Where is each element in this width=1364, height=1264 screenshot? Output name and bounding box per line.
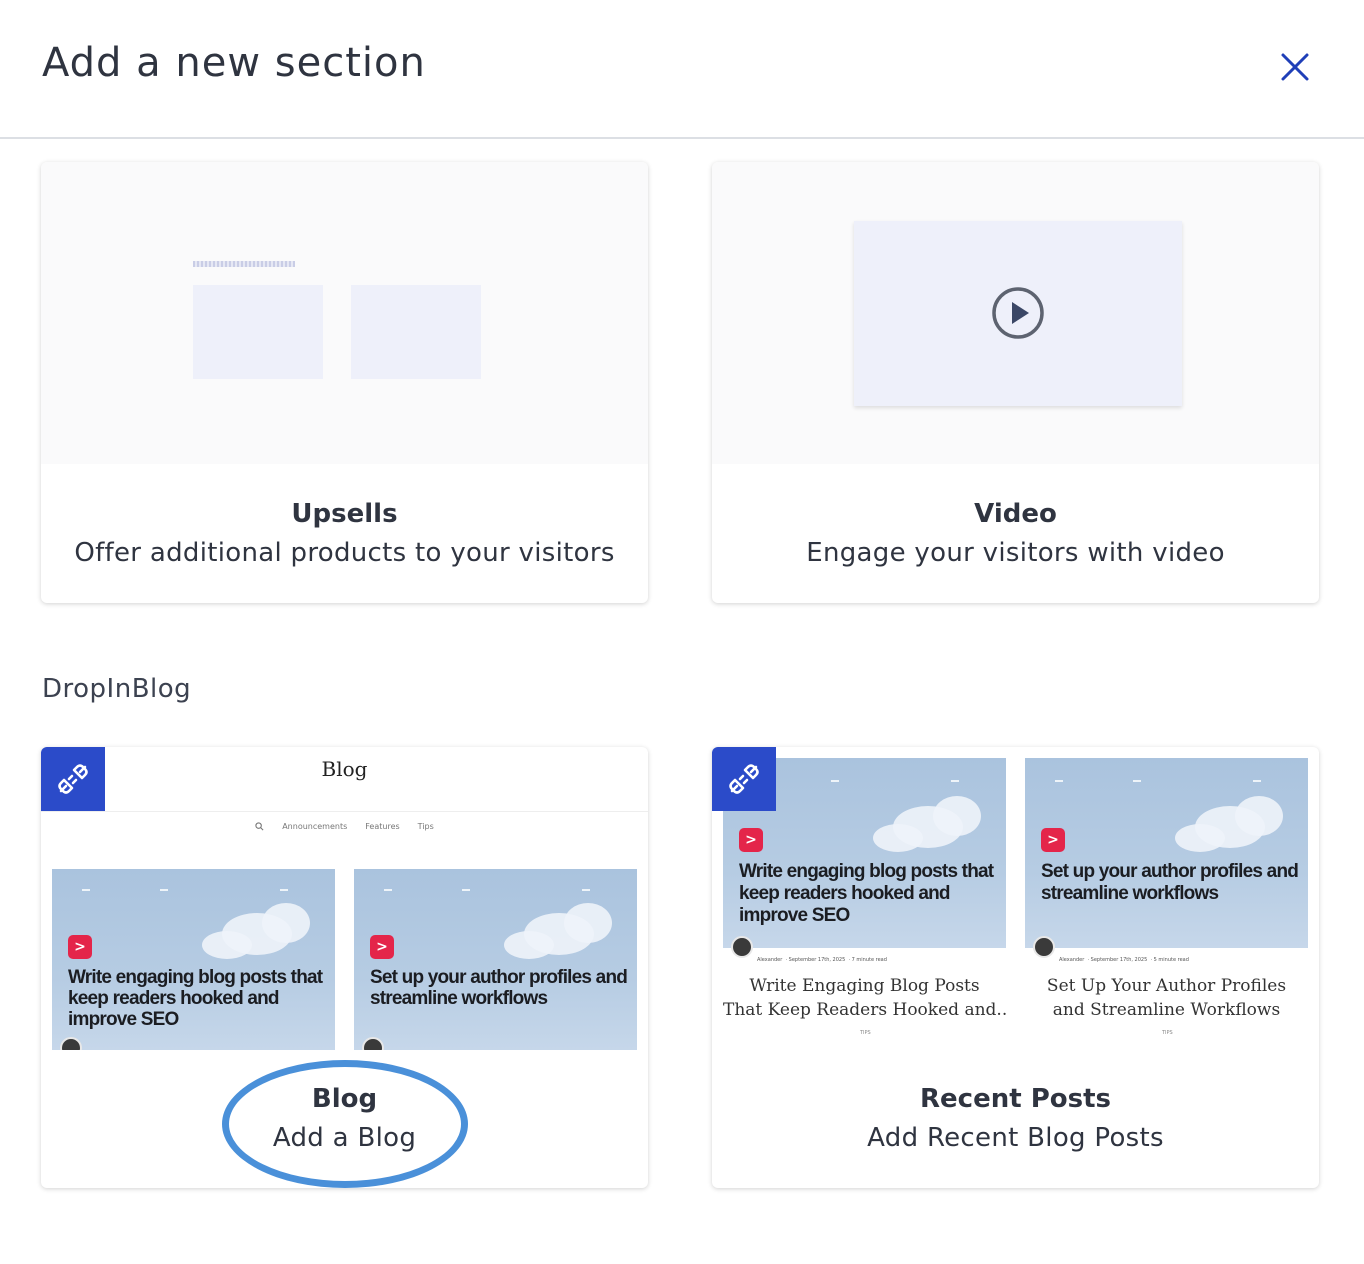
plugin-badge — [712, 747, 776, 811]
post-author: Alexander — [1059, 957, 1085, 963]
blog-post-thumbnail: > Set up your author profiles and stream… — [354, 869, 637, 1050]
plug-icon — [58, 764, 88, 794]
preview-title-placeholder — [193, 261, 295, 267]
upsells-preview — [41, 162, 648, 464]
blog-preview-nav: Announcements Features Tips — [41, 811, 648, 841]
card-description: Add a Blog — [272, 1123, 417, 1153]
card-title: Recent Posts — [920, 1084, 1111, 1114]
recent-post-thumbnail: > Set up your author profiles and stream… — [1025, 758, 1308, 948]
recent-posts-card[interactable]: > Write engaging blog posts that keep re… — [712, 747, 1319, 1188]
author-avatar — [1033, 936, 1055, 958]
post-read-time: 7 minute read — [851, 957, 887, 963]
blog-card[interactable]: Blog Announcements Features Tips > Write… — [41, 747, 648, 1188]
post-tag: TIPS — [860, 1030, 871, 1036]
author-avatar — [60, 1037, 82, 1050]
card-description: Add Recent Blog Posts — [867, 1123, 1164, 1153]
post-author: Alexander — [757, 957, 783, 963]
card-description: Engage your visitors with video — [806, 538, 1225, 568]
nav-item: Announcements — [282, 822, 348, 831]
card-title: Blog — [311, 1084, 378, 1114]
video-card[interactable]: Video Engage your visitors with video — [712, 162, 1319, 603]
plugin-badge — [41, 747, 105, 811]
post-title: Set Up Your Author Profiles and Streamli… — [1046, 976, 1287, 1020]
preview-product-placeholder — [351, 285, 481, 379]
close-button[interactable] — [1270, 42, 1320, 92]
preview-product-placeholder — [193, 285, 323, 379]
author-avatar — [731, 936, 753, 958]
nav-item: Tips — [417, 822, 434, 831]
close-icon — [1281, 53, 1309, 81]
post-headline: Set up your author profiles and streamli… — [1041, 861, 1299, 904]
post-tag: TIPS — [1162, 1030, 1173, 1036]
section-label-dropinblog: DropInBlog — [42, 674, 192, 704]
post-headline: Write engaging blog posts that keep read… — [739, 861, 994, 926]
card-title: Video — [974, 499, 1057, 529]
author-avatar — [362, 1037, 384, 1050]
dialog-header: Add a new section — [0, 0, 1364, 139]
post-date: September 17th, 2025 — [1090, 957, 1148, 963]
post-headline: Write engaging blog posts that keep read… — [68, 967, 323, 1030]
upsells-card[interactable]: Upsells Offer additional products to you… — [41, 162, 648, 603]
video-preview — [712, 162, 1319, 464]
plug-icon — [729, 764, 759, 794]
search-icon — [255, 822, 264, 831]
dialog-title: Add a new section — [42, 40, 426, 86]
blog-preview-header: Blog — [321, 757, 368, 781]
post-read-time: 5 minute read — [1153, 957, 1189, 963]
post-logo-icon: > — [1041, 828, 1065, 852]
video-placeholder — [854, 221, 1182, 406]
blog-post-thumbnail: > Write engaging blog posts that keep re… — [52, 869, 335, 1050]
card-description: Offer additional products to your visito… — [74, 538, 615, 568]
post-headline: Set up your author profiles and streamli… — [370, 967, 628, 1009]
post-logo-icon: > — [739, 828, 763, 852]
post-title: Write Engaging Blog Posts That Keep Read… — [723, 976, 1006, 1020]
post-logo-icon: > — [370, 935, 394, 959]
post-logo-icon: > — [68, 935, 92, 959]
play-icon — [992, 287, 1044, 339]
nav-item: Features — [365, 822, 400, 831]
post-date: September 17th, 2025 — [788, 957, 846, 963]
card-title: Upsells — [291, 499, 398, 529]
recent-post-item: > Set up your author profiles and stream… — [1025, 758, 1308, 1050]
